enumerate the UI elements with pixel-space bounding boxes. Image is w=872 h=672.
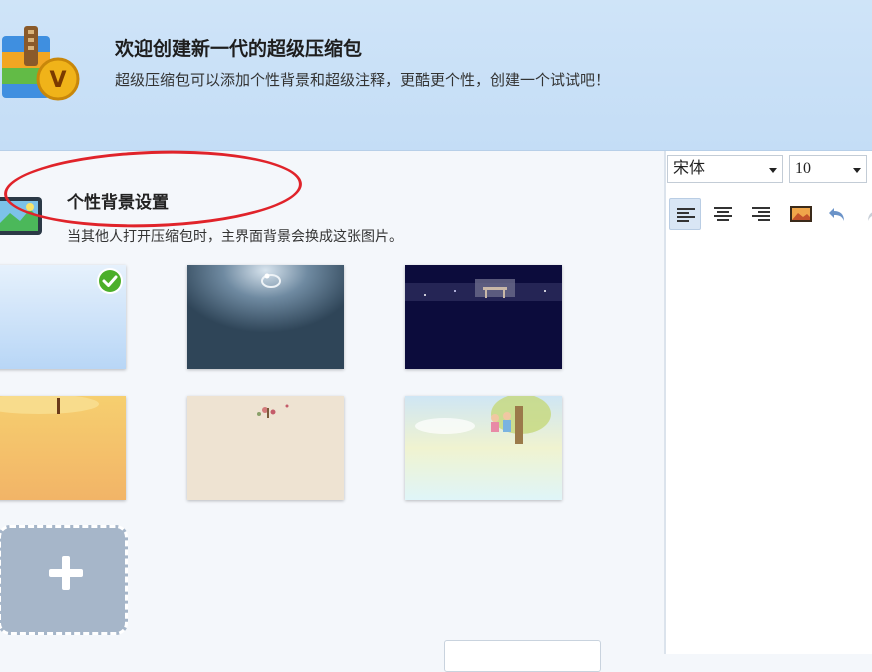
font-family-value: 宋体 <box>673 160 706 177</box>
background-thumbnail-golden-orange[interactable] <box>0 396 126 500</box>
align-right-icon <box>752 207 770 221</box>
chevron-down-icon <box>769 168 777 173</box>
align-left-button[interactable] <box>669 198 701 230</box>
super-archive-v-logo-icon: V <box>2 26 80 101</box>
beige-flowers-background-image <box>187 396 344 500</box>
align-right-button[interactable] <box>745 198 777 230</box>
dark-slate-ring-background-image <box>187 265 344 369</box>
redo-button[interactable] <box>859 198 872 230</box>
background-thumbnail-night-navy-bench[interactable] <box>405 265 562 369</box>
redo-icon <box>868 212 872 221</box>
undo-icon <box>829 208 844 221</box>
insert-image-button[interactable] <box>783 198 815 230</box>
background-settings-panel: 个性背景设置 当其他人打开压缩包时，主界面背景会换成这张图片。 <box>0 145 664 672</box>
header-title: 欢迎创建新一代的超级压缩包 <box>115 38 363 60</box>
font-size-select[interactable]: 10 <box>789 155 867 183</box>
chevron-down-icon <box>853 168 861 173</box>
landscape-picture-icon <box>0 197 42 235</box>
align-left-icon <box>677 208 695 222</box>
background-thumbnail-pastel-cartoon[interactable] <box>405 396 562 500</box>
header-banner: V 欢迎创建新一代的超级压缩包 超级压缩包可以添加个性背景和超级注释，更酷更个性… <box>0 0 872 151</box>
align-center-icon <box>714 207 732 221</box>
background-section-description: 当其他人打开压缩包时，主界面背景会换成这张图片。 <box>67 229 403 245</box>
align-center-button[interactable] <box>707 198 739 230</box>
annotation-editor-panel: 宋体 10 <box>666 151 872 654</box>
header-subtitle: 超级压缩包可以添加个性背景和超级注释，更酷更个性，创建一个试试吧！ <box>115 71 611 89</box>
insert-image-icon <box>790 206 812 222</box>
plus-icon <box>49 556 83 590</box>
selected-check-icon <box>97 268 123 294</box>
font-size-value: 10 <box>795 160 811 177</box>
add-background-button[interactable] <box>0 525 128 635</box>
undo-button[interactable] <box>821 198 853 230</box>
pastel-cartoon-background-image <box>405 396 562 500</box>
background-section-title: 个性背景设置 <box>67 193 169 213</box>
bottom-action-button[interactable] <box>444 640 601 672</box>
golden-orange-background-image <box>0 396 126 500</box>
svg-text:V: V <box>49 68 66 93</box>
background-thumbnail-beige-flowers[interactable] <box>187 396 344 500</box>
night-navy-bench-background-image <box>405 265 562 369</box>
font-family-select[interactable]: 宋体 <box>667 155 783 183</box>
background-thumbnail-dark-slate-ring[interactable] <box>187 265 344 369</box>
